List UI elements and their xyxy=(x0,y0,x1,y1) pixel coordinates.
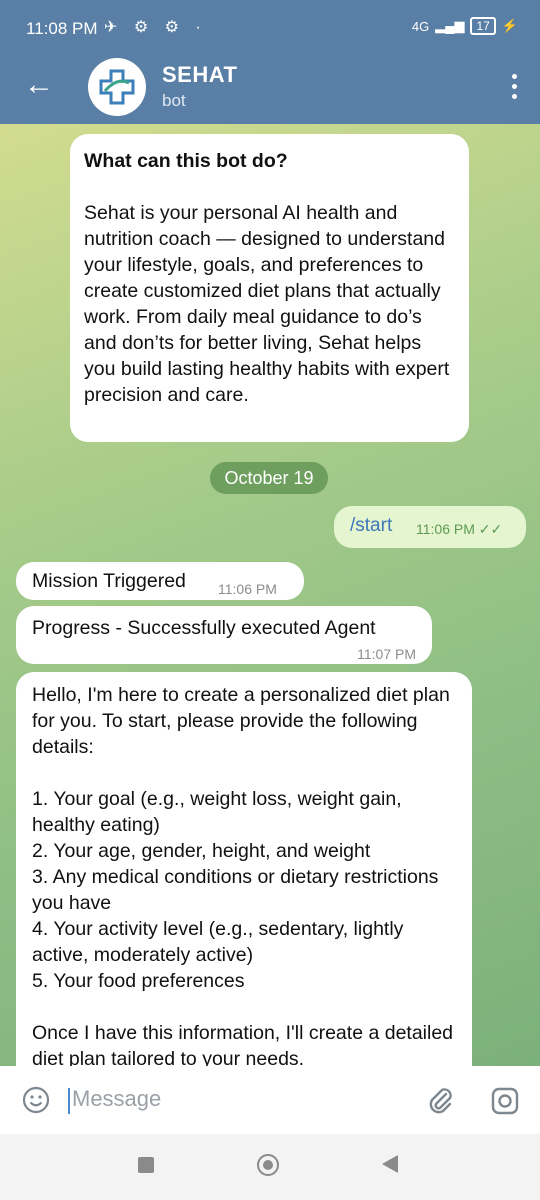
bot-intro-card: What can this bot do? Sehat is your pers… xyxy=(70,134,469,442)
emoji-icon[interactable] xyxy=(22,1086,50,1114)
chat-title[interactable]: SEHAT xyxy=(162,62,237,88)
chat-area[interactable]: What can this bot do? Sehat is your pers… xyxy=(0,124,540,1066)
recents-button[interactable] xyxy=(138,1157,154,1173)
intro-question: What can this bot do? xyxy=(84,150,288,172)
camera-icon[interactable] xyxy=(490,1086,520,1116)
message-input[interactable]: Message xyxy=(72,1086,161,1112)
status-time: 11:08 PM xyxy=(26,19,98,38)
outgoing-text[interactable]: /start xyxy=(350,515,392,537)
message-text: Progress - Successfully executed Agent xyxy=(32,617,376,639)
charging-icon: ⚡ xyxy=(501,18,518,33)
back-arrow-icon[interactable]: ← xyxy=(24,70,54,100)
status-bar: 11:08 PM ✈ ⚙ ⚙ · 4G ▂▄▆ 17 ⚡ xyxy=(0,0,540,58)
signal-icon: ▂▄▆ xyxy=(435,18,465,33)
battery-icon: 17 xyxy=(470,17,496,35)
outgoing-message[interactable]: /start 11:06 PM ✓✓ xyxy=(334,506,526,548)
system-navigation-bar xyxy=(0,1134,540,1200)
message-time: 11:06 PM xyxy=(218,581,277,597)
outgoing-time: 11:06 PM ✓✓ xyxy=(416,521,503,537)
attach-icon[interactable] xyxy=(424,1084,456,1116)
status-icons: ✈ ⚙ ⚙ · xyxy=(104,19,207,36)
nav-back-button[interactable] xyxy=(382,1155,398,1173)
message-input-bar: Message xyxy=(0,1066,540,1134)
chat-subtitle: bot xyxy=(162,91,186,110)
more-options-icon[interactable] xyxy=(512,74,518,104)
read-check-icon: ✓✓ xyxy=(478,521,503,537)
incoming-message[interactable]: Mission Triggered 11:06 PM xyxy=(16,562,304,600)
network-icon: 4G xyxy=(411,18,430,34)
text-cursor xyxy=(68,1088,70,1114)
medical-cross-icon xyxy=(99,69,135,105)
intro-body: Sehat is your personal AI health and nut… xyxy=(84,202,450,406)
incoming-message[interactable]: Progress - Successfully executed Agent 1… xyxy=(16,606,432,664)
home-button[interactable] xyxy=(257,1154,279,1176)
message-time: 11:07 PM xyxy=(357,646,416,662)
incoming-message[interactable]: Hello, I'm here to create a personalized… xyxy=(16,672,472,1066)
date-chip: October 19 xyxy=(210,462,328,494)
chat-header: ← SEHAT bot xyxy=(0,58,540,124)
message-text: Mission Triggered xyxy=(32,570,186,592)
status-right: 4G ▂▄▆ 17 ⚡ xyxy=(412,17,518,35)
avatar[interactable] xyxy=(88,58,146,116)
